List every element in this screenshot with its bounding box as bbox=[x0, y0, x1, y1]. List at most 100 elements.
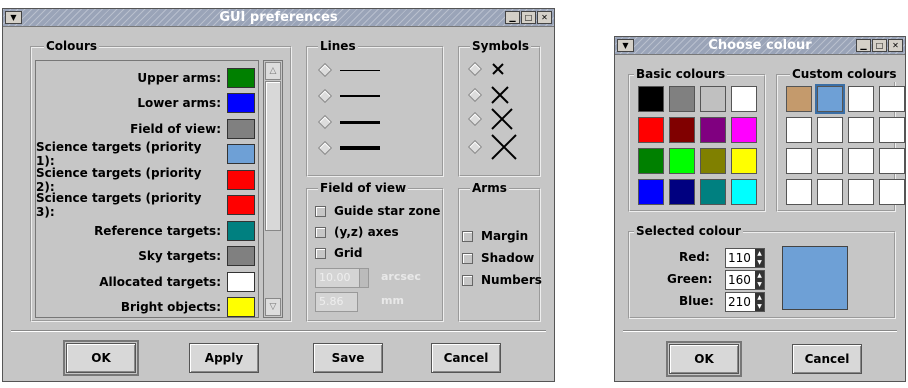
red-spinbox[interactable]: 110 ▲ ▼ bbox=[725, 248, 765, 268]
colour-swatch[interactable] bbox=[227, 67, 255, 88]
colour-row[interactable]: Reference targets: bbox=[36, 218, 258, 243]
colour-swatch[interactable] bbox=[227, 169, 255, 190]
title-bar[interactable]: ▼ GUI preferences ▁ □ ✕ bbox=[3, 9, 554, 27]
colour-row[interactable]: Science targets (priority 2): bbox=[36, 166, 258, 194]
line-option-4[interactable] bbox=[317, 140, 380, 156]
radio-icon[interactable] bbox=[317, 114, 333, 130]
basic-colour-cell[interactable] bbox=[669, 179, 695, 205]
yz-axes-checkbox[interactable]: (y,z) axes bbox=[315, 225, 399, 239]
scroll-up-icon[interactable]: △ bbox=[265, 62, 281, 80]
colour-swatch[interactable] bbox=[227, 118, 255, 139]
scroll-thumb[interactable] bbox=[265, 81, 281, 231]
checkbox-icon[interactable] bbox=[462, 230, 473, 242]
radio-icon[interactable] bbox=[317, 62, 333, 78]
basic-colour-cell[interactable] bbox=[669, 148, 695, 174]
line-option-2[interactable] bbox=[317, 88, 380, 104]
basic-colour-cell[interactable] bbox=[669, 117, 695, 143]
radio-icon[interactable] bbox=[467, 139, 483, 155]
colour-row[interactable]: Bright objects: bbox=[36, 295, 258, 317]
colour-swatch[interactable] bbox=[227, 144, 255, 164]
symbol-option-3[interactable] bbox=[467, 107, 514, 131]
radio-icon[interactable] bbox=[317, 140, 333, 156]
mm-field[interactable]: 5.86 bbox=[315, 292, 358, 312]
colour-row[interactable]: Lower arms: bbox=[36, 91, 258, 116]
colour-row[interactable]: Allocated targets: bbox=[36, 269, 258, 294]
basic-colour-cell[interactable] bbox=[731, 179, 757, 205]
margin-checkbox[interactable]: Margin bbox=[462, 229, 528, 243]
custom-colour-cell[interactable] bbox=[879, 117, 905, 143]
line-option-1[interactable] bbox=[317, 62, 380, 78]
basic-colour-cell[interactable] bbox=[700, 86, 726, 112]
custom-colour-cell[interactable] bbox=[879, 148, 905, 174]
checkbox-icon[interactable] bbox=[462, 274, 473, 286]
custom-colour-cell[interactable] bbox=[848, 148, 874, 174]
symbol-option-1[interactable] bbox=[467, 61, 506, 77]
cancel-button[interactable]: Cancel bbox=[792, 344, 862, 374]
spin-arrows-icon[interactable]: ▲ ▼ bbox=[755, 293, 764, 311]
checkbox-icon[interactable] bbox=[315, 205, 326, 217]
checkbox-icon[interactable] bbox=[315, 226, 326, 238]
save-button[interactable]: Save bbox=[313, 343, 383, 373]
custom-colour-cell[interactable] bbox=[786, 179, 812, 205]
basic-colour-cell[interactable] bbox=[700, 117, 726, 143]
minimize-icon[interactable]: ▁ bbox=[505, 11, 520, 24]
custom-colour-cell[interactable] bbox=[786, 117, 812, 143]
colour-row[interactable]: Upper arms: bbox=[36, 65, 258, 90]
custom-colour-cell[interactable] bbox=[848, 117, 874, 143]
custom-colour-cell[interactable] bbox=[817, 148, 843, 174]
basic-colour-cell[interactable] bbox=[638, 86, 664, 112]
shadow-checkbox[interactable]: Shadow bbox=[462, 251, 534, 265]
minimize-icon[interactable]: ▁ bbox=[856, 39, 871, 52]
symbol-option-2[interactable] bbox=[467, 85, 510, 105]
basic-colour-cell[interactable] bbox=[669, 86, 695, 112]
custom-colour-cell[interactable] bbox=[879, 179, 905, 205]
basic-colour-cell[interactable] bbox=[638, 148, 664, 174]
colour-swatch[interactable] bbox=[227, 271, 255, 292]
basic-colour-cell[interactable] bbox=[731, 117, 757, 143]
cancel-button[interactable]: Cancel bbox=[431, 343, 501, 373]
basic-colour-cell[interactable] bbox=[638, 117, 664, 143]
apply-button[interactable]: Apply bbox=[189, 343, 259, 373]
arcsec-spinbox[interactable]: 10.00 bbox=[315, 268, 369, 288]
colour-swatch[interactable] bbox=[227, 297, 255, 317]
custom-colour-cell[interactable] bbox=[879, 86, 905, 112]
colour-swatch[interactable] bbox=[227, 220, 255, 241]
custom-colour-cell[interactable] bbox=[786, 86, 812, 112]
colour-row[interactable]: Field of view: bbox=[36, 116, 258, 141]
checkbox-icon[interactable] bbox=[462, 252, 473, 264]
basic-colour-cell[interactable] bbox=[700, 148, 726, 174]
checkbox-icon[interactable] bbox=[315, 247, 326, 259]
maximize-icon[interactable]: □ bbox=[521, 11, 536, 24]
radio-icon[interactable] bbox=[467, 87, 483, 103]
guide-star-zone-checkbox[interactable]: Guide star zone bbox=[315, 204, 440, 218]
spin-arrows-icon[interactable]: ▲ ▼ bbox=[755, 249, 764, 267]
spin-arrows-icon[interactable] bbox=[359, 269, 368, 287]
grid-checkbox[interactable]: Grid bbox=[315, 246, 362, 260]
custom-colour-cell[interactable] bbox=[848, 86, 874, 112]
radio-icon[interactable] bbox=[467, 111, 483, 127]
colour-row[interactable]: Science targets (priority 1): bbox=[36, 140, 258, 168]
basic-colour-cell[interactable] bbox=[700, 179, 726, 205]
numbers-checkbox[interactable]: Numbers bbox=[462, 273, 542, 287]
line-option-3[interactable] bbox=[317, 114, 380, 130]
scroll-down-icon[interactable]: ▽ bbox=[265, 298, 281, 316]
title-bar[interactable]: ▼ Choose colour ▁ □ ✕ bbox=[615, 37, 905, 55]
custom-colour-cell[interactable] bbox=[786, 148, 812, 174]
custom-colour-cell[interactable] bbox=[817, 179, 843, 205]
close-icon[interactable]: ✕ bbox=[537, 11, 552, 24]
basic-colour-cell[interactable] bbox=[731, 148, 757, 174]
radio-icon[interactable] bbox=[467, 61, 483, 77]
basic-colour-cell[interactable] bbox=[638, 179, 664, 205]
spin-arrows-icon[interactable]: ▲ ▼ bbox=[755, 271, 764, 289]
maximize-icon[interactable]: □ bbox=[872, 39, 887, 52]
colours-scrollbar[interactable]: △ ▽ bbox=[263, 60, 283, 318]
close-icon[interactable]: ✕ bbox=[888, 39, 903, 52]
colour-swatch[interactable] bbox=[227, 93, 255, 113]
custom-colour-cell[interactable] bbox=[817, 117, 843, 143]
colour-swatch[interactable] bbox=[227, 195, 255, 215]
custom-colour-cell[interactable] bbox=[815, 84, 845, 114]
green-spinbox[interactable]: 160 ▲ ▼ bbox=[725, 270, 765, 290]
basic-colour-cell[interactable] bbox=[731, 86, 757, 112]
blue-spinbox[interactable]: 210 ▲ ▼ bbox=[725, 292, 765, 312]
symbol-option-4[interactable] bbox=[467, 133, 518, 161]
